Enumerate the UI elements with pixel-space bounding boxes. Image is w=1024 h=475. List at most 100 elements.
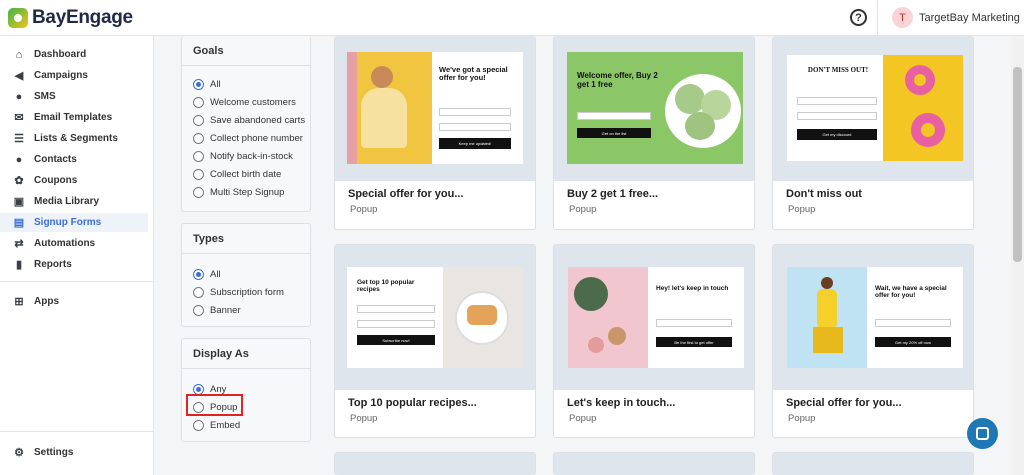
envelope-icon: ✉ bbox=[14, 112, 24, 124]
template-card[interactable]: Wait, we have a special offer for you! G… bbox=[772, 244, 974, 438]
goal-option-abandoned-carts[interactable]: Save abandoned carts bbox=[182, 111, 310, 129]
sidebar-item-media-library[interactable]: ▣ Media Library bbox=[0, 192, 154, 211]
radio-icon[interactable] bbox=[193, 186, 204, 198]
sidebar-item-label: Campaigns bbox=[34, 70, 88, 81]
option-label: Multi Step Signup bbox=[210, 186, 285, 198]
goal-option-phone[interactable]: Collect phone number bbox=[182, 129, 310, 147]
radio-selected-icon[interactable] bbox=[193, 78, 204, 90]
sidebar: ⌂ Dashboard ◀ Campaigns ● SMS ✉ Email Templa… bbox=[0, 36, 154, 475]
sidebar-item-label: Lists & Segments bbox=[34, 133, 118, 144]
goal-option-all[interactable]: All bbox=[182, 75, 310, 93]
automation-icon: ⇄ bbox=[14, 238, 24, 250]
chat-icon bbox=[976, 427, 989, 440]
sidebar-item-coupons[interactable]: ✿ Coupons bbox=[0, 171, 154, 190]
sidebar-item-dashboard[interactable]: ⌂ Dashboard bbox=[0, 45, 154, 64]
preview-image bbox=[883, 55, 963, 161]
user-name: TargetBay Marketing bbox=[919, 11, 1020, 24]
sidebar-item-automations[interactable]: ⇄ Automations bbox=[0, 234, 154, 253]
template-card[interactable]: We've got a special offer for you! Keep … bbox=[334, 36, 536, 230]
template-title: Special offer for you... bbox=[786, 397, 902, 409]
preview-image bbox=[787, 267, 867, 368]
sidebar-item-apps[interactable]: ⊞ Apps bbox=[0, 292, 154, 311]
chat-launcher-button[interactable] bbox=[967, 418, 998, 449]
preview-image bbox=[665, 74, 741, 148]
template-title: Let's keep in touch... bbox=[567, 397, 676, 409]
goal-option-back-in-stock[interactable]: Notify back-in-stock bbox=[182, 147, 310, 165]
goal-option-birth-date[interactable]: Collect birth date bbox=[182, 165, 310, 183]
image-add-icon: ▣ bbox=[13, 196, 25, 208]
sidebar-item-label: Dashboard bbox=[34, 49, 87, 60]
type-option-all[interactable]: All bbox=[182, 265, 310, 283]
display-option-embed[interactable]: Embed bbox=[182, 416, 310, 434]
template-thumbnail: DON'T MISS OUT! Get my discount bbox=[773, 36, 973, 181]
type-option-subscription[interactable]: Subscription form bbox=[182, 283, 310, 301]
template-title: Special offer for you... bbox=[348, 188, 464, 200]
goal-option-multi-step[interactable]: Multi Step Signup bbox=[182, 183, 310, 201]
filter-title: Types bbox=[182, 224, 310, 254]
template-card[interactable]: DON'T MISS OUT! Get my discount Don't mi… bbox=[772, 36, 974, 230]
display-filter: Display As Any Popup Embed bbox=[181, 338, 311, 442]
preview-input bbox=[875, 319, 951, 327]
preview-input bbox=[439, 123, 511, 131]
option-label: All bbox=[210, 268, 221, 280]
goal-option-welcome[interactable]: Welcome customers bbox=[182, 93, 310, 111]
radio-icon[interactable] bbox=[193, 304, 204, 316]
sidebar-item-email-templates[interactable]: ✉ Email Templates bbox=[0, 108, 154, 127]
option-label: Notify back-in-stock bbox=[210, 150, 293, 162]
preview-headline: Get top 10 popular recipes bbox=[357, 279, 415, 294]
template-thumbnail bbox=[335, 453, 535, 475]
preview-input bbox=[439, 108, 511, 116]
template-card[interactable] bbox=[334, 452, 536, 475]
sidebar-item-lists-segments[interactable]: ☰ Lists & Segments bbox=[0, 129, 154, 148]
type-option-banner[interactable]: Banner bbox=[182, 301, 310, 319]
sidebar-item-campaigns[interactable]: ◀ Campaigns bbox=[0, 66, 154, 85]
sidebar-item-signup-forms[interactable]: ▤ Signup Forms bbox=[0, 213, 148, 232]
preview-cta: Get my 20% off now bbox=[875, 337, 951, 347]
sidebar-item-label: Signup Forms bbox=[34, 217, 102, 228]
sidebar-item-settings[interactable]: ⚙ Settings bbox=[0, 443, 154, 462]
radio-icon[interactable] bbox=[193, 132, 204, 144]
sidebar-item-contacts[interactable]: ● Contacts bbox=[0, 150, 154, 169]
preview-headline: Wait, we have a special offer for you! bbox=[875, 285, 947, 300]
highlight-box bbox=[186, 394, 243, 416]
radio-selected-icon[interactable] bbox=[193, 268, 204, 280]
sidebar-item-label: Media Library bbox=[34, 196, 100, 207]
radio-selected-icon[interactable] bbox=[193, 383, 204, 395]
preview-headline: DON'T MISS OUT! bbox=[807, 66, 869, 74]
help-icon[interactable]: ? bbox=[850, 9, 867, 26]
preview-image bbox=[347, 52, 432, 164]
radio-icon[interactable] bbox=[193, 96, 204, 108]
template-card[interactable]: Get top 10 popular recipes Subscribe now… bbox=[334, 244, 536, 438]
scrollbar-thumb[interactable] bbox=[1013, 67, 1022, 262]
radio-icon[interactable] bbox=[193, 168, 204, 180]
option-label: All bbox=[210, 78, 221, 90]
preview-image bbox=[568, 267, 648, 368]
chat-bubble-icon: ● bbox=[15, 90, 23, 103]
radio-icon[interactable] bbox=[193, 150, 204, 162]
sidebar-item-reports[interactable]: ▮ Reports bbox=[0, 255, 154, 274]
preview-cta: Get my discount bbox=[797, 129, 877, 140]
template-card[interactable] bbox=[772, 452, 974, 475]
avatar: T bbox=[892, 7, 913, 28]
template-card[interactable] bbox=[553, 452, 755, 475]
template-card[interactable]: Hey! let's keep in touch Be the first to… bbox=[553, 244, 755, 438]
preview-cta: Be the first to get offer bbox=[656, 337, 732, 347]
template-type: Popup bbox=[350, 204, 378, 215]
popup-preview: Hey! let's keep in touch Be the first to… bbox=[568, 267, 744, 368]
template-title: Buy 2 get 1 free... bbox=[567, 188, 659, 200]
radio-icon[interactable] bbox=[193, 286, 204, 298]
sidebar-item-sms[interactable]: ● SMS bbox=[0, 87, 154, 106]
radio-icon[interactable] bbox=[193, 419, 204, 431]
preview-input bbox=[797, 112, 877, 120]
popup-preview: Wait, we have a special offer for you! G… bbox=[787, 267, 963, 368]
option-label: Collect phone number bbox=[210, 132, 303, 144]
logo-icon bbox=[8, 7, 28, 28]
template-card[interactable]: Welcome offer, Buy 2 get 1 free Get on t… bbox=[553, 36, 755, 230]
sidebar-divider bbox=[0, 281, 154, 282]
brand-logo[interactable]: BayEngage bbox=[8, 7, 133, 29]
user-menu[interactable]: T TargetBay Marketing bbox=[892, 7, 1020, 28]
form-icon: ▤ bbox=[13, 217, 25, 229]
sidebar-item-label: Email Templates bbox=[34, 112, 113, 123]
preview-input bbox=[357, 320, 435, 328]
radio-icon[interactable] bbox=[193, 114, 204, 126]
